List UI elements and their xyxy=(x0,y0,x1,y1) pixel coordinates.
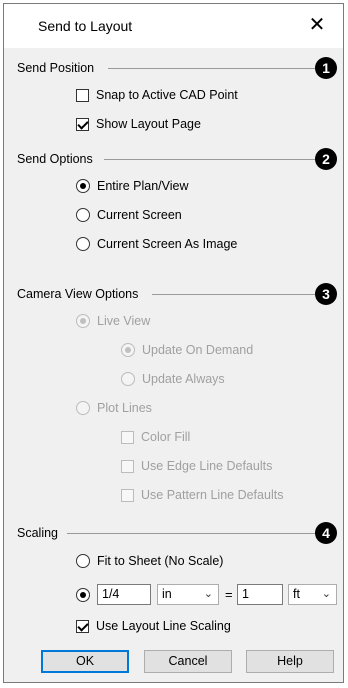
color-fill-label: Color Fill xyxy=(141,430,191,444)
plot-lines-label: Plot Lines xyxy=(97,401,152,415)
screen-image-label: Current Screen As Image xyxy=(97,237,238,251)
screen-image-radio[interactable]: Current Screen As Image xyxy=(76,237,237,251)
send-to-layout-dialog: Send to Layout ✕ Send Position 1 Snap to… xyxy=(3,3,344,683)
cancel-button[interactable]: Cancel xyxy=(144,650,232,673)
right-unit-value: ft xyxy=(293,587,300,601)
layout-line-scaling-label: Use Layout Line Scaling xyxy=(96,619,231,633)
snap-cad-label: Snap to Active CAD Point xyxy=(96,88,238,102)
send-options-label: Send Options xyxy=(17,152,93,166)
edge-defaults-checkbox[interactable]: Use Edge Line Defaults xyxy=(121,459,272,473)
show-layout-label: Show Layout Page xyxy=(96,117,201,131)
scale-left-unit-select[interactable]: in ⌄ xyxy=(157,584,219,605)
radio-button[interactable] xyxy=(76,314,90,328)
live-view-label: Live View xyxy=(97,314,151,328)
send-position-label: Send Position xyxy=(17,61,95,75)
edge-defaults-label: Use Edge Line Defaults xyxy=(141,459,273,473)
chevron-down-icon: ⌄ xyxy=(321,588,331,600)
snap-cad-checkbox[interactable]: Snap to Active CAD Point xyxy=(76,88,238,102)
close-icon[interactable]: ✕ xyxy=(306,14,328,36)
scale-right-input[interactable]: 1 xyxy=(237,584,283,605)
update-always-label: Update Always xyxy=(142,372,225,386)
update-demand-radio[interactable]: Update On Demand xyxy=(121,343,253,357)
scale-ratio-radio[interactable] xyxy=(76,588,97,602)
section-divider xyxy=(104,159,315,160)
checkbox-box[interactable] xyxy=(76,117,89,131)
callout-badge-1: 1 xyxy=(315,57,337,79)
camera-view-label: Camera View Options xyxy=(17,287,139,301)
chevron-down-icon: ⌄ xyxy=(203,588,213,600)
radio-button[interactable] xyxy=(121,343,135,357)
equals-sign: = xyxy=(225,587,233,602)
plot-lines-radio[interactable]: Plot Lines xyxy=(76,401,152,415)
ok-button[interactable]: OK xyxy=(41,650,129,673)
show-layout-checkbox[interactable]: Show Layout Page xyxy=(76,117,201,131)
section-divider xyxy=(152,294,315,295)
checkbox-box[interactable] xyxy=(76,619,89,633)
scale-left-input[interactable]: 1/4 xyxy=(97,584,151,605)
checkbox-box[interactable] xyxy=(121,459,134,473)
checkbox-box[interactable] xyxy=(121,488,134,502)
fit-sheet-radio[interactable]: Fit to Sheet (No Scale) xyxy=(76,554,223,568)
title-bar: Send to Layout ✕ xyxy=(4,4,343,48)
entire-plan-radio[interactable]: Entire Plan/View xyxy=(76,179,189,193)
help-button[interactable]: Help xyxy=(246,650,334,673)
window-title: Send to Layout xyxy=(38,18,133,34)
radio-button[interactable] xyxy=(76,401,90,415)
layout-line-scaling-checkbox[interactable]: Use Layout Line Scaling xyxy=(76,619,231,633)
callout-badge-2: 2 xyxy=(315,148,337,170)
current-screen-label: Current Screen xyxy=(97,208,182,222)
radio-button[interactable] xyxy=(121,372,135,386)
checkbox-box[interactable] xyxy=(121,430,134,444)
radio-button[interactable] xyxy=(76,208,90,222)
callout-badge-4: 4 xyxy=(315,522,337,544)
radio-button[interactable] xyxy=(76,179,90,193)
fit-sheet-label: Fit to Sheet (No Scale) xyxy=(97,554,224,568)
pattern-defaults-checkbox[interactable]: Use Pattern Line Defaults xyxy=(121,488,283,502)
radio-button[interactable] xyxy=(76,588,90,602)
radio-button[interactable] xyxy=(76,554,90,568)
section-divider xyxy=(67,533,315,534)
update-demand-label: Update On Demand xyxy=(142,343,254,357)
current-screen-radio[interactable]: Current Screen xyxy=(76,208,182,222)
checkbox-box[interactable] xyxy=(76,88,89,102)
callout-badge-3: 3 xyxy=(315,283,337,305)
scaling-label: Scaling xyxy=(17,526,58,540)
pattern-defaults-label: Use Pattern Line Defaults xyxy=(141,488,284,502)
entire-plan-label: Entire Plan/View xyxy=(97,179,189,193)
radio-button[interactable] xyxy=(76,237,90,251)
live-view-radio[interactable]: Live View xyxy=(76,314,150,328)
section-divider xyxy=(108,68,315,69)
update-always-radio[interactable]: Update Always xyxy=(121,372,225,386)
color-fill-checkbox[interactable]: Color Fill xyxy=(121,430,190,444)
left-unit-value: in xyxy=(162,587,172,601)
scale-right-unit-select[interactable]: ft ⌄ xyxy=(288,584,337,605)
